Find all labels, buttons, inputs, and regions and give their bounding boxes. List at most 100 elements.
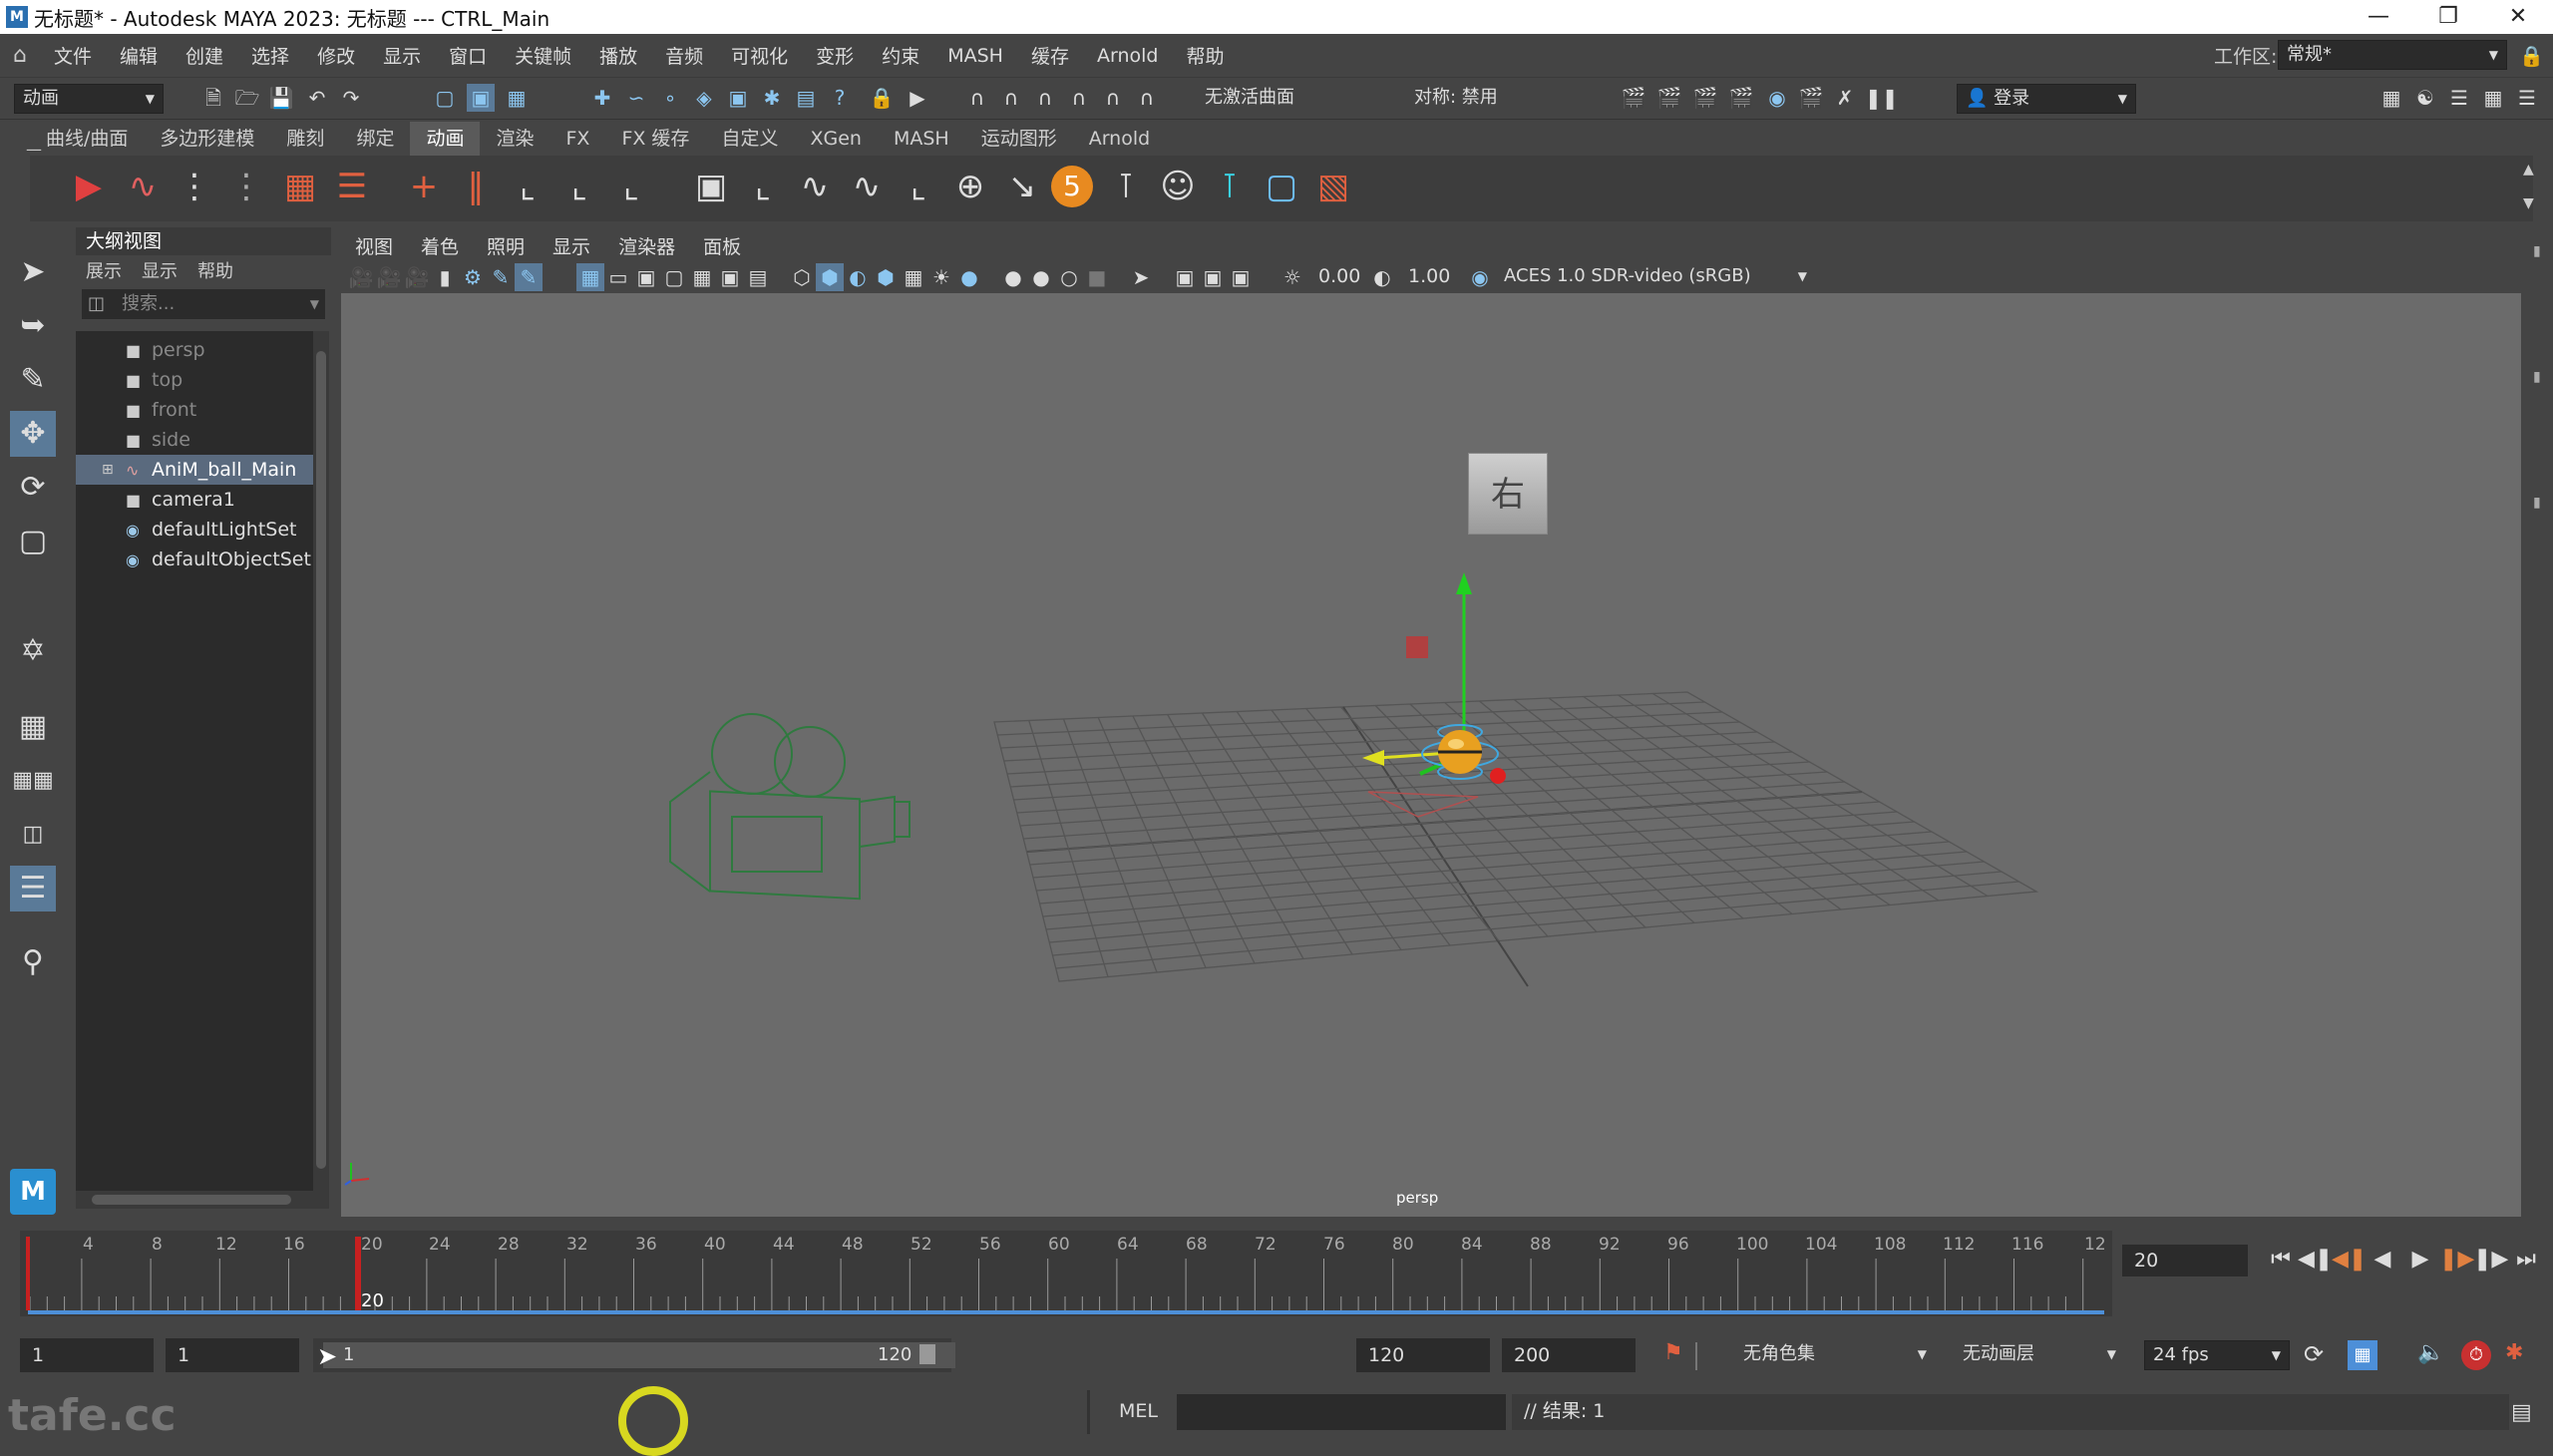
new-scene-icon[interactable]: 🗎 xyxy=(199,84,227,112)
hypershade-icon[interactable]: ◉ xyxy=(1763,84,1791,112)
select-object-icon[interactable]: ▣ xyxy=(467,84,495,112)
snap-live-icon[interactable]: ✱ xyxy=(758,84,786,112)
tool-settings-tab[interactable]: ▮ xyxy=(2533,369,2553,385)
outliner-layout-icon[interactable]: ☰ xyxy=(10,866,56,911)
construction-icon[interactable]: ∩ xyxy=(1133,84,1161,112)
lasso-tool-icon[interactable]: ➥ xyxy=(10,303,56,349)
lock-icon[interactable]: 🔒 xyxy=(2519,44,2544,68)
shelf-tab-curves[interactable]: 曲线/曲面 xyxy=(30,122,144,156)
wrap-icon[interactable]: ⊕ xyxy=(947,164,993,209)
select-tool-icon[interactable]: ➤ xyxy=(10,249,56,295)
film-gate-icon[interactable]: ▭ xyxy=(604,263,632,291)
open-scene-icon[interactable]: 🗁 xyxy=(233,84,261,112)
close-icon[interactable]: ✕ xyxy=(2483,0,2553,34)
menu-playback[interactable]: 播放 xyxy=(585,42,651,69)
menu-select[interactable]: 选择 xyxy=(237,42,303,69)
channel-box-icon[interactable]: ☰ xyxy=(2513,84,2541,112)
render-frame-icon[interactable]: 🎬 xyxy=(1655,84,1683,112)
range-slider-end-grip[interactable] xyxy=(919,1344,935,1364)
snap-curve-icon[interactable]: ∽ xyxy=(622,84,650,112)
range-slider-handle[interactable] xyxy=(323,1342,955,1368)
outliner-item-camera1[interactable]: ■ camera1 xyxy=(76,485,315,515)
anti-aliasing-icon[interactable]: ○ xyxy=(1055,263,1083,291)
play-backwards-icon[interactable]: ◀ xyxy=(2366,1243,2399,1276)
shelf-tab-animation[interactable]: 动画 xyxy=(410,122,481,156)
render-view-icon[interactable]: 🎬 xyxy=(1620,84,1647,112)
orient-constraint-icon[interactable]: ⌞ xyxy=(608,164,654,209)
minimize-icon[interactable]: — xyxy=(2344,0,2413,34)
pause-icon[interactable]: ❚❚ xyxy=(1865,84,1899,112)
gamma-field[interactable]: 1.00 xyxy=(1396,261,1452,291)
shelf-tab-custom[interactable]: 自定义 xyxy=(705,122,794,156)
menu-mash[interactable]: MASH xyxy=(933,45,1017,67)
image-plane-icon[interactable]: ▮ xyxy=(431,263,459,291)
move-tool-icon[interactable]: ✥ xyxy=(10,411,56,457)
outliner-menu-display[interactable]: 显示 xyxy=(132,257,187,283)
view-transform-select[interactable]: ACES 1.0 SDR-video (sRGB) ▼ xyxy=(1496,262,1815,292)
history-icon[interactable]: ∩ xyxy=(1099,84,1127,112)
menu-modify[interactable]: 修改 xyxy=(303,42,369,69)
live-surface-field[interactable]: 无激活曲面 xyxy=(1197,84,1356,114)
sound-icon[interactable]: 🔈 xyxy=(2417,1340,2444,1365)
outliner-vscroll-thumb[interactable] xyxy=(316,351,326,1169)
quick-rig-icon[interactable]: ⊺ xyxy=(1207,164,1253,209)
viewcube[interactable]: 右 xyxy=(1468,453,1548,535)
outliner-vscrollbar[interactable] xyxy=(313,331,329,1209)
select-hierarchy-icon[interactable]: ▢ xyxy=(431,84,459,112)
shadows-icon[interactable]: ● xyxy=(955,263,983,291)
gamma-icon[interactable]: ◐ xyxy=(1368,263,1396,291)
viewport-menu-view[interactable]: 视图 xyxy=(341,232,407,259)
menu-create[interactable]: 创建 xyxy=(172,42,237,69)
time-slider[interactable]: 4 8 12 16 20 24 28 32 36 40 44 48 52 56 … xyxy=(20,1231,2112,1316)
hik-icon[interactable]: 5 xyxy=(1051,166,1093,207)
default-material-icon[interactable]: ◐ xyxy=(844,263,872,291)
safe-title-icon[interactable]: ▤ xyxy=(744,263,772,291)
character-set-select[interactable]: 无角色集 ▼ xyxy=(1735,1340,1935,1370)
play-forwards-icon[interactable]: ▶ xyxy=(2403,1243,2437,1276)
textured-icon[interactable]: ⬢ xyxy=(872,263,900,291)
shelf-tab-arnold[interactable]: Arnold xyxy=(1073,122,1166,156)
viewport-menu-panels[interactable]: 面板 xyxy=(689,232,755,259)
depth-of-field-icon[interactable]: ■ xyxy=(1083,263,1111,291)
animation-preferences-icon[interactable]: ✱ xyxy=(2505,1340,2523,1365)
workspace-select[interactable]: 常规* ▼ xyxy=(2278,40,2507,70)
outliner-item-persp[interactable]: ■ persp xyxy=(76,335,315,365)
field-chart-icon[interactable]: ▦ xyxy=(688,263,716,291)
last-tool-icon[interactable]: ✡ xyxy=(10,628,56,674)
outliner-item-anim-ball[interactable]: ⊞ ∿ AniM_ball_Main xyxy=(76,455,315,485)
shelf-scroll-down-icon[interactable]: ▼ xyxy=(2523,195,2534,211)
anim-layer-select[interactable]: 无动画层 ▼ xyxy=(1955,1340,2124,1370)
chevron-down-icon[interactable]: ▼ xyxy=(310,289,319,319)
xray-joints-icon[interactable]: ▣ xyxy=(1199,263,1227,291)
shelf-tab-rendering[interactable]: 渲染 xyxy=(480,122,549,156)
animation-end-field[interactable]: 200 xyxy=(1502,1338,1636,1372)
tool-settings-icon[interactable]: ▦ xyxy=(2479,84,2507,112)
snap-surface-icon[interactable]: ◈ xyxy=(690,84,718,112)
menu-edit[interactable]: 编辑 xyxy=(106,42,172,69)
pivot-icon[interactable]: ∩ xyxy=(1065,84,1093,112)
viewport-menu-renderer[interactable]: 渲染器 xyxy=(604,232,689,259)
shelf-tab-fx[interactable]: FX xyxy=(549,122,605,156)
menu-windows[interactable]: 窗口 xyxy=(435,42,501,69)
outliner-menu-help[interactable]: 帮助 xyxy=(187,257,243,283)
modeling-toolkit-icon[interactable]: ▦ xyxy=(2377,84,2405,112)
menu-deform[interactable]: 变形 xyxy=(802,42,868,69)
ambient-occlusion-icon[interactable]: ● xyxy=(999,263,1027,291)
set-key-icon[interactable]: ▦ xyxy=(277,164,323,209)
skeleton-icon[interactable]: ⊺ xyxy=(1103,164,1149,209)
render-settings-icon[interactable]: 🎬 xyxy=(1727,84,1755,112)
checker-icon[interactable]: ▦ xyxy=(900,263,927,291)
playback-start-field[interactable]: 1 xyxy=(166,1338,299,1372)
step-forward-key-icon[interactable]: ❚▶ xyxy=(2439,1243,2474,1276)
lock-selection-icon[interactable]: 🔒 xyxy=(868,84,896,112)
rotate-tool-icon[interactable]: ⟳ xyxy=(10,465,56,511)
menu-set-select[interactable]: 动画 ▼ xyxy=(14,84,164,114)
reflection-icon[interactable]: ∩ xyxy=(1031,84,1059,112)
go-to-start-icon[interactable]: ⏮ xyxy=(2264,1243,2298,1276)
search-icon[interactable]: ⚲ xyxy=(10,939,56,985)
symmetry-field[interactable]: 对称: 禁用 xyxy=(1406,84,1556,114)
shelf-tab-rigging[interactable]: 绑定 xyxy=(340,122,410,156)
lasso-magnet-icon[interactable]: ∩ xyxy=(963,84,991,112)
auto-key-icon[interactable]: ⏱ xyxy=(2461,1340,2491,1370)
camera-attributes-icon[interactable]: 🎥 xyxy=(375,263,403,291)
